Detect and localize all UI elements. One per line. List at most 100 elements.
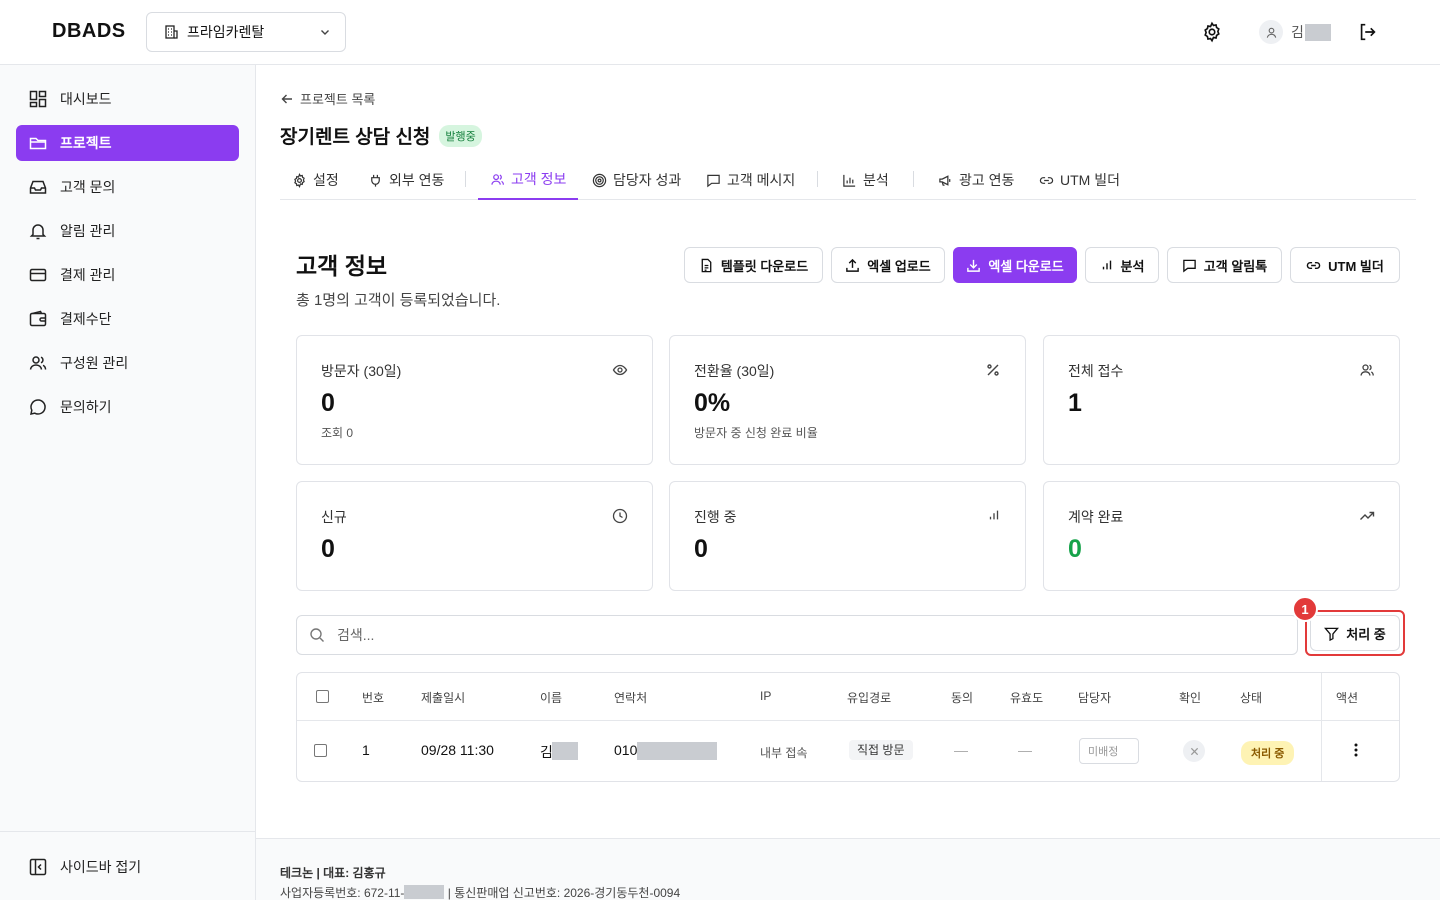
assignee-select[interactable]: 미배정 — [1079, 738, 1139, 764]
back-to-projects-link[interactable]: 프로젝트 목록 — [280, 89, 375, 108]
top-bar: DBADS 프라임카렌탈 김 — [0, 0, 1440, 65]
credit-card-icon — [29, 268, 47, 282]
redacted-name — [1304, 23, 1331, 41]
wallet-icon — [29, 310, 47, 327]
button-label: 엑셀 다운로드 — [988, 258, 1064, 274]
eye-icon — [612, 364, 628, 376]
status-filter-button[interactable]: 처리 중 — [1310, 615, 1400, 651]
collapse-sidebar-button[interactable]: 사이드바 접기 — [16, 849, 239, 885]
breadcrumb: 프로젝트 목록 — [300, 92, 376, 107]
organization-name: 프라임카렌탈 — [187, 24, 265, 40]
tab-customers[interactable]: 고객 정보 — [478, 160, 579, 200]
bar-chart-icon — [1102, 260, 1111, 270]
customer-alimtalk-button[interactable]: 고객 알림톡 — [1167, 247, 1282, 283]
stat-value: 0 — [321, 535, 335, 563]
gear-icon[interactable] — [1201, 21, 1223, 43]
tab-integrations[interactable]: 외부 연동 — [356, 160, 456, 200]
sidebar-item-projects[interactable]: 프로젝트 — [16, 125, 239, 161]
tab-label: 담당자 성과 — [613, 172, 682, 188]
column-header: 확인 — [1179, 691, 1202, 705]
sidebar-item-inquiries[interactable]: 고객 문의 — [16, 169, 239, 205]
plug-icon — [371, 174, 380, 187]
target-icon — [592, 173, 607, 187]
sidebar-item-members[interactable]: 구성원 관리 — [16, 345, 239, 381]
sidebar: 대시보드 프로젝트 고객 문의 알림 관리 결제 관리 결제수단 구성원 관리 … — [0, 65, 256, 900]
utm-builder-button[interactable]: UTM 빌더 — [1290, 247, 1400, 283]
tab-customer-messages[interactable]: 고객 메시지 — [694, 160, 807, 200]
building-icon — [165, 25, 178, 39]
sidebar-item-payment-methods[interactable]: 결제수단 — [16, 301, 239, 337]
status-badge[interactable]: 처리 중 — [1241, 741, 1295, 765]
filter-highlight: 처리 중 — [1305, 610, 1405, 656]
cell-phone: 010 — [614, 742, 638, 758]
tab-label: 설정 — [313, 172, 339, 188]
tab-staff-performance[interactable]: 담당자 성과 — [580, 160, 693, 200]
column-header: 연락처 — [614, 691, 648, 705]
column-header: 액션 — [1336, 691, 1359, 705]
sidebar-item-label: 프로젝트 — [60, 135, 112, 151]
sidebar-item-label: 구성원 관리 — [60, 355, 129, 371]
sidebar-item-label: 결제 관리 — [60, 267, 116, 283]
template-download-button[interactable]: 템플릿 다운로드 — [684, 247, 823, 283]
tab-label: 분석 — [863, 172, 889, 188]
excel-download-button[interactable]: 엑셀 다운로드 — [953, 247, 1077, 283]
user-menu[interactable]: 김 — [1259, 20, 1331, 44]
app-logo[interactable]: DBADS — [52, 20, 126, 43]
analytics-button[interactable]: 분석 — [1085, 247, 1159, 283]
stat-card-in-progress: 진행 중 0 — [669, 481, 1026, 591]
stat-label: 진행 중 — [694, 509, 737, 525]
clock-icon — [612, 508, 628, 524]
stat-card-conversion: 전환율 (30일) 0% 방문자 중 신청 완료 비율 — [669, 335, 1026, 465]
page-footer: 테크논 | 대표: 김홍규 사업자등록번호: 672-11- | 통신판매업 신… — [256, 838, 1440, 900]
sidebar-item-billing[interactable]: 결제 관리 — [16, 257, 239, 293]
project-tabs: 설정 외부 연동 고객 정보 담당자 성과 고객 메시지 분석 광고 연동 UT… — [280, 160, 1416, 200]
column-header: 담당자 — [1078, 691, 1112, 705]
customer-table: 번호 제출일시 이름 연락처 IP 유입경로 동의 유효도 담당자 확인 상태 … — [296, 672, 1400, 782]
stat-value: 0% — [694, 389, 731, 417]
stat-label: 방문자 (30일) — [321, 363, 402, 379]
tab-label: 외부 연동 — [389, 172, 445, 188]
more-actions-button[interactable] — [1353, 742, 1359, 758]
inbox-icon — [29, 180, 47, 194]
filter-icon — [1324, 627, 1340, 641]
search-input[interactable]: 검색... — [296, 615, 1298, 655]
button-label: UTM 빌더 — [1328, 258, 1384, 274]
tab-label: 광고 연동 — [959, 172, 1015, 188]
cell-ip: 내부 접속 — [760, 746, 808, 760]
redacted-number — [404, 885, 445, 899]
tab-label: 고객 정보 — [511, 171, 567, 187]
excel-upload-button[interactable]: 엑셀 업로드 — [831, 247, 945, 283]
tab-ad-integration[interactable]: 광고 연동 — [926, 160, 1026, 200]
message-icon — [1183, 259, 1196, 272]
unconfirmed-button[interactable] — [1183, 740, 1205, 762]
tab-analytics[interactable]: 분석 — [830, 160, 901, 200]
bell-icon — [29, 224, 47, 240]
stat-value: 0 — [321, 389, 335, 417]
footer-reg-suffix: | 통신판매업 신고번호: 2026-경기동두천-0094 — [444, 886, 681, 900]
stat-label: 전환율 (30일) — [694, 363, 775, 379]
annotation-marker: 1 — [1292, 596, 1318, 622]
stat-label: 계약 완료 — [1068, 509, 1124, 525]
tab-divider — [817, 171, 818, 187]
column-header: 제출일시 — [421, 691, 466, 705]
stat-card-contracted: 계약 완료 0 — [1043, 481, 1400, 591]
tab-utm-builder[interactable]: UTM 빌더 — [1027, 160, 1132, 200]
sidebar-item-notifications[interactable]: 알림 관리 — [16, 213, 239, 249]
table-row[interactable]: 1 09/28 11:30 김 010 내부 접속 직접 방문 — — 미배정 … — [297, 721, 1399, 781]
row-checkbox[interactable] — [314, 744, 327, 757]
close-icon — [1190, 747, 1198, 755]
source-chip: 직접 방문 — [849, 740, 913, 760]
organization-select[interactable]: 프라임카렌탈 — [146, 12, 346, 52]
column-header: 유효도 — [1010, 691, 1044, 705]
cell-validity: — — [1018, 742, 1032, 758]
sidebar-item-contact[interactable]: 문의하기 — [16, 389, 239, 425]
tab-settings[interactable]: 설정 — [280, 160, 351, 200]
column-header: 동의 — [951, 691, 974, 705]
logout-icon[interactable] — [1357, 21, 1379, 43]
avatar — [1259, 20, 1283, 44]
stat-sub: 조회 0 — [321, 426, 354, 440]
users-icon — [29, 356, 47, 370]
folder-icon — [29, 137, 47, 150]
select-all-checkbox[interactable] — [316, 690, 329, 703]
sidebar-item-dashboard[interactable]: 대시보드 — [16, 81, 239, 117]
